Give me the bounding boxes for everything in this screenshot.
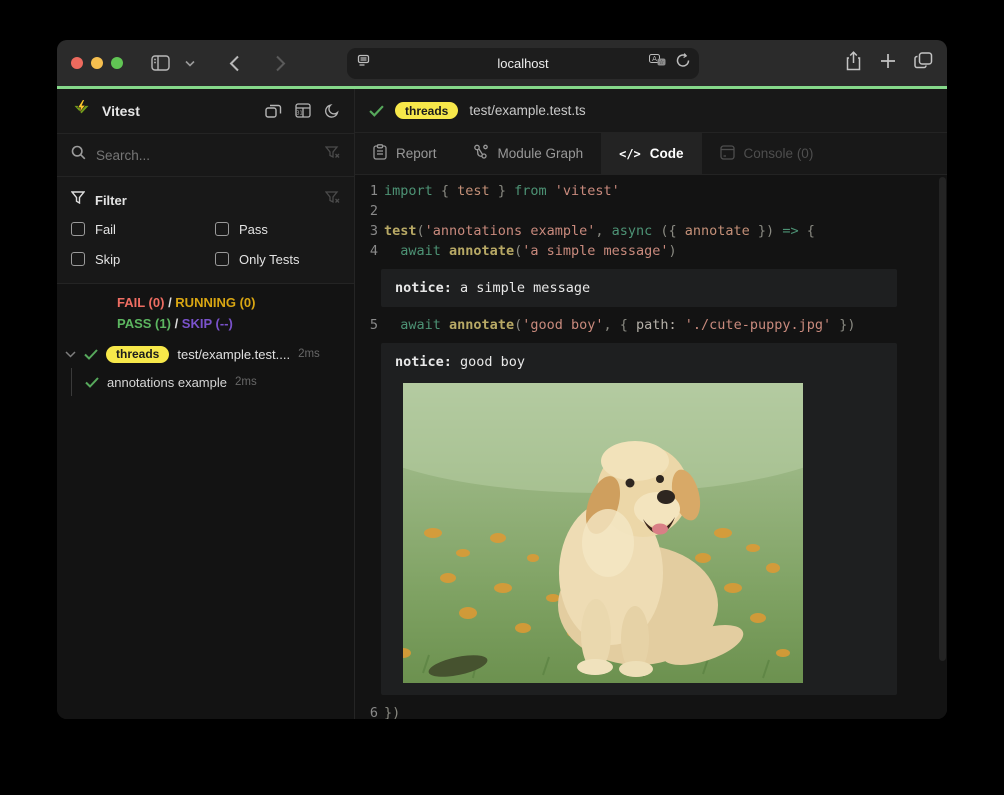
app-title: Vitest: [102, 103, 140, 119]
module-graph-icon: [473, 144, 489, 163]
notice-text: a simple message: [452, 280, 590, 296]
sidebar: Vitest 31: [57, 89, 355, 719]
line-number: 4: [355, 241, 378, 261]
notice-attachment: [403, 383, 803, 683]
tab-console[interactable]: Console (0): [702, 133, 832, 174]
tree-test-row[interactable]: annotations example 2ms: [57, 368, 354, 396]
console-icon: [720, 145, 735, 163]
line-number: 2: [355, 201, 378, 221]
url-text: localhost: [347, 56, 699, 71]
code-line: 4 await annotate('a simple message'): [355, 241, 947, 261]
line-number: 1: [355, 181, 378, 201]
tab-report[interactable]: Report: [355, 133, 455, 174]
code-line: 2: [355, 201, 947, 221]
pass-check-icon: [85, 377, 99, 388]
back-button[interactable]: [221, 50, 247, 76]
indent-guide: [71, 368, 72, 396]
scrollbar-thumb[interactable]: [939, 177, 946, 661]
checkbox-skip[interactable]: Skip: [71, 247, 215, 271]
filter-section: Filter Fail Pass: [57, 177, 354, 284]
forward-button[interactable]: [267, 50, 293, 76]
minimize-window-button[interactable]: [91, 57, 103, 69]
clear-filter-icon[interactable]: [325, 191, 340, 209]
report-icon: [373, 144, 387, 163]
test-duration: 2ms: [235, 376, 257, 388]
browser-window: localhost A ☆: [57, 40, 947, 719]
checkbox-box: [215, 252, 229, 266]
translate-icon[interactable]: A ☆: [649, 54, 667, 72]
file-duration: 2ms: [298, 348, 320, 360]
annotation-notice: notice: good boy: [381, 343, 897, 695]
line-number: 3: [355, 221, 378, 241]
tab-code[interactable]: </> Code: [601, 133, 701, 174]
close-window-button[interactable]: [71, 57, 83, 69]
annotation-notice: notice: a simple message: [381, 269, 897, 307]
code-line: 6}): [355, 703, 947, 719]
dark-mode-moon-icon[interactable]: [324, 103, 340, 119]
line-number: 5: [355, 315, 378, 335]
notice-label: notice:: [395, 280, 452, 296]
test-tree: threads test/example.test.... 2ms annota…: [57, 340, 354, 719]
puppy-image: [403, 383, 803, 683]
skip-count: SKIP (--): [182, 316, 233, 331]
collapse-panels-icon[interactable]: [265, 103, 282, 119]
dashboard-icon[interactable]: 31: [295, 103, 311, 119]
running-count: RUNNING (0): [175, 295, 255, 310]
main-panel: threads test/example.test.ts Report: [355, 89, 947, 719]
share-icon[interactable]: [845, 51, 862, 76]
code-line: 3test('annotations example', async ({ an…: [355, 221, 947, 241]
tab-overview-icon[interactable]: [914, 52, 933, 74]
file-path: test/example.test.ts: [469, 103, 585, 118]
checkbox-only-tests[interactable]: Only Tests: [215, 247, 340, 271]
checkbox-box: [215, 222, 229, 236]
notice-label: notice:: [395, 354, 452, 370]
svg-text:31: 31: [296, 111, 302, 117]
file-name: test/example.test....: [177, 347, 290, 362]
zoom-window-button[interactable]: [111, 57, 123, 69]
code-lines: 1import { test } from 'vitest'23test('an…: [355, 181, 947, 719]
fail-count: FAIL (0): [117, 295, 164, 310]
search-input[interactable]: [96, 148, 315, 163]
code-icon: </>: [619, 147, 641, 161]
line-number: 6: [355, 703, 378, 719]
clear-search-filter-icon[interactable]: [325, 146, 340, 164]
filter-funnel-icon: [71, 191, 85, 209]
traffic-lights: [71, 57, 123, 69]
pool-badge: threads: [395, 102, 458, 119]
tab-bar: Report Module Graph </> Code: [355, 133, 947, 175]
sidebar-header: Vitest 31: [57, 89, 354, 134]
svg-text:A: A: [652, 55, 657, 63]
sidebar-toggle-icon[interactable]: [147, 50, 173, 76]
checkbox-box: [71, 222, 85, 236]
code-line: 1import { test } from 'vitest': [355, 181, 947, 201]
tree-file-row[interactable]: threads test/example.test.... 2ms: [57, 340, 354, 368]
tab-module-graph[interactable]: Module Graph: [455, 133, 602, 174]
search-bar: [57, 134, 354, 177]
reload-icon[interactable]: [676, 53, 690, 73]
notice-text: good boy: [452, 354, 525, 370]
test-status-summary: FAIL (0) / RUNNING (0) PASS (1) / SKIP (…: [57, 284, 354, 340]
code-line: 5 await annotate('good boy', { path: './…: [355, 315, 947, 335]
file-header: threads test/example.test.ts: [355, 89, 947, 133]
checkbox-box: [71, 252, 85, 266]
pass-count: PASS (1): [117, 316, 171, 331]
browser-toolbar: localhost A ☆: [57, 40, 947, 86]
checkbox-fail[interactable]: Fail: [71, 217, 215, 241]
vitest-logo-icon: [71, 98, 92, 124]
status-line-1: FAIL (0) / RUNNING (0): [117, 292, 354, 313]
test-name: annotations example: [107, 375, 227, 390]
search-icon: [71, 145, 86, 165]
address-bar[interactable]: localhost A ☆: [347, 48, 699, 79]
pass-check-icon: [369, 105, 384, 117]
svg-text:☆: ☆: [659, 59, 664, 66]
pass-check-icon: [84, 349, 98, 360]
checkbox-pass[interactable]: Pass: [215, 217, 340, 241]
sidebar-menu-chevron-icon[interactable]: [177, 50, 203, 76]
new-tab-icon[interactable]: [880, 53, 896, 74]
pool-badge: threads: [106, 346, 169, 363]
status-line-2: PASS (1) / SKIP (--): [117, 313, 354, 334]
code-editor: 1import { test } from 'vitest'23test('an…: [355, 175, 947, 719]
chevron-down-icon[interactable]: [65, 351, 76, 358]
filter-title: Filter: [95, 193, 127, 208]
